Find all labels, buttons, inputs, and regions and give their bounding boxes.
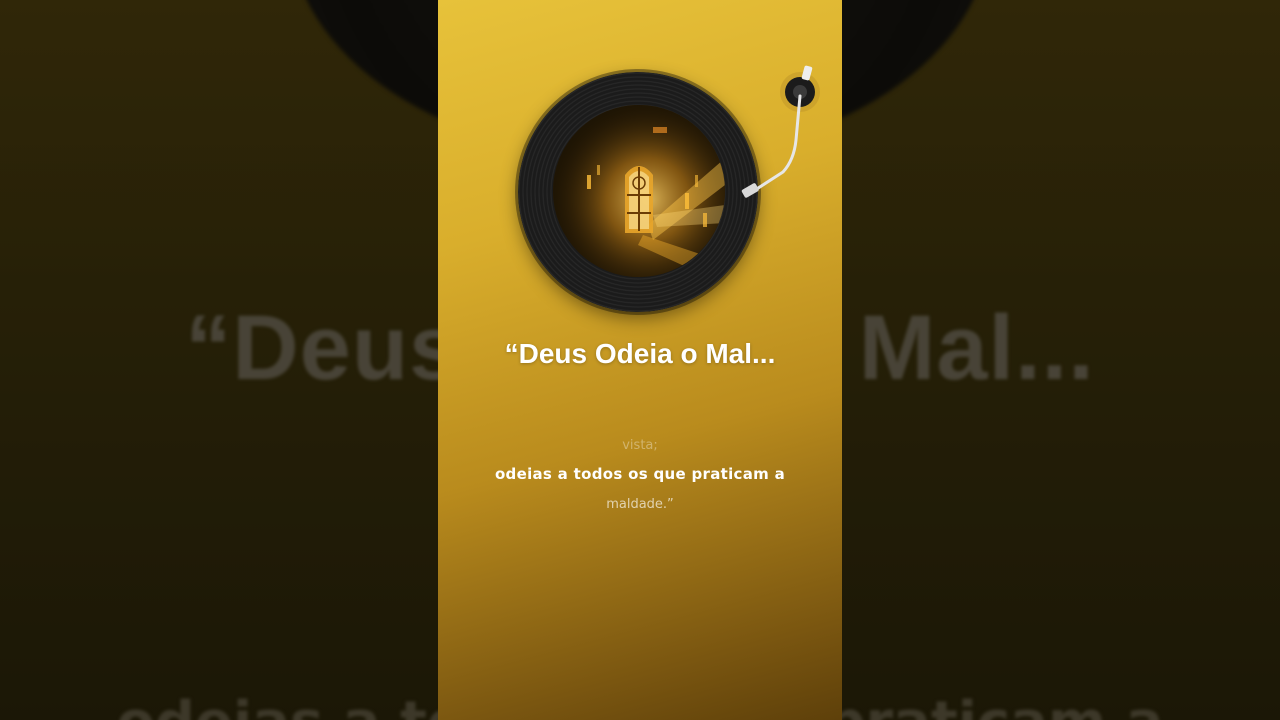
video-frame: “Deus Odeia o Mal... vista; odeias a tod… [438, 0, 842, 720]
video-title: “Deus Odeia o Mal... [504, 338, 776, 369]
cathedral-window-art [553, 105, 725, 277]
vinyl-record-icon [518, 72, 758, 312]
lyric-current-line: odeias a todos os que praticam a [494, 465, 786, 483]
video-player[interactable]: “Deus Odeia o Mal... odeias a todos os q… [0, 0, 1280, 720]
record-artwork [553, 105, 725, 277]
lyric-next-line: maldade.” [606, 497, 674, 512]
lyric-previous-line: vista; [622, 438, 658, 453]
tonearm-icon [741, 65, 820, 198]
